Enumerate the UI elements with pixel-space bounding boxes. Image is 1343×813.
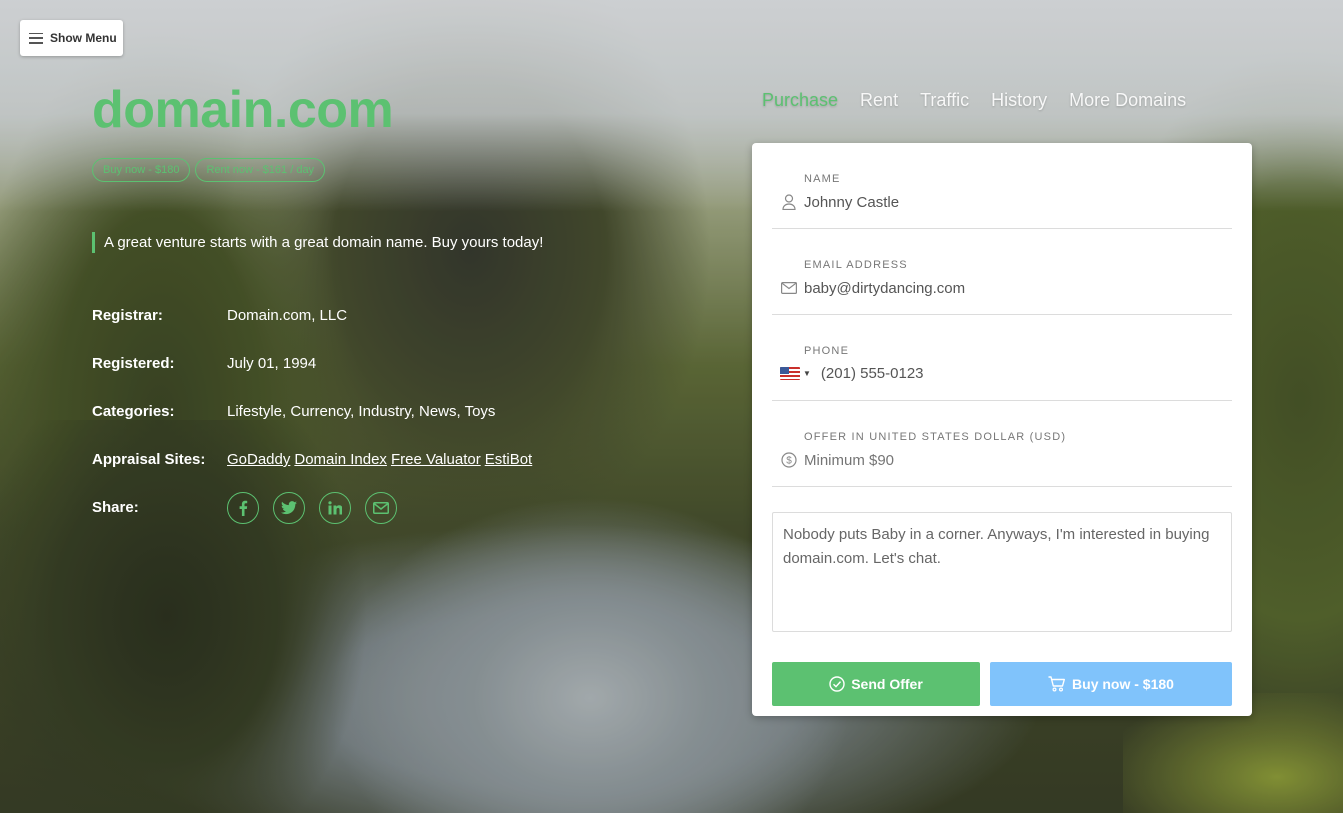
share-icons — [227, 492, 397, 524]
offer-label: Offer in United States Dollar (USD) — [804, 431, 1067, 443]
categories-row: Categories: Lifestyle, Currency, Industr… — [92, 400, 652, 448]
appraisal-links: GoDaddy Domain Index Free Valuator EstiBot — [227, 448, 536, 468]
nav-traffic[interactable]: Traffic — [920, 90, 969, 111]
top-nav: Purchase Rent Traffic History More Domai… — [762, 90, 1186, 111]
categories-label: Categories: — [92, 403, 175, 420]
svg-text:$: $ — [786, 456, 792, 467]
hamburger-icon — [29, 32, 43, 44]
registrar-row: Registrar: Domain.com, LLC — [92, 304, 652, 352]
offer-input[interactable] — [804, 451, 1204, 469]
form-buttons: Send Offer Buy now - $180 — [772, 662, 1232, 706]
us-flag-icon — [780, 367, 800, 380]
appraisal-link-godaddy[interactable]: GoDaddy — [227, 451, 290, 468]
send-offer-button[interactable]: Send Offer — [772, 662, 980, 706]
buy-now-button[interactable]: Buy now - $180 — [990, 662, 1232, 706]
name-input[interactable] — [804, 193, 1204, 211]
registered-value: July 01, 1994 — [227, 355, 317, 372]
buy-now-label: Buy now - $180 — [1072, 676, 1174, 692]
pill-row: Buy now - $180 Rent now - $161 / day — [92, 158, 326, 182]
registered-label: Registered: — [92, 355, 175, 372]
check-circle-icon — [829, 676, 845, 692]
registrar-value: Domain.com, LLC — [227, 307, 348, 324]
share-row: Share: — [92, 492, 652, 544]
registered-row: Registered: July 01, 1994 — [92, 352, 652, 400]
nav-more-domains[interactable]: More Domains — [1069, 90, 1186, 111]
envelope-icon — [780, 279, 798, 297]
offer-form-card: Name Email Address Phone ▼ Offer in Uni — [752, 143, 1252, 716]
country-select[interactable]: ▼ — [780, 367, 811, 380]
cart-icon — [1048, 676, 1066, 692]
email-input[interactable] — [804, 279, 1204, 297]
rent-now-pill[interactable]: Rent now - $161 / day — [195, 158, 326, 182]
buy-now-pill[interactable]: Buy now - $180 — [92, 158, 191, 182]
email-label: Email Address — [804, 259, 908, 271]
nav-rent[interactable]: Rent — [860, 90, 898, 111]
phone-label: Phone — [804, 345, 850, 357]
show-menu-button[interactable]: Show Menu — [20, 20, 123, 56]
linkedin-icon[interactable] — [319, 492, 351, 524]
appraisal-label: Appraisal Sites: — [92, 451, 206, 468]
appraisal-link-free-valuator[interactable]: Free Valuator — [391, 451, 481, 468]
name-field: Name — [772, 143, 1232, 229]
registrar-label: Registrar: — [92, 307, 163, 324]
appraisal-link-domain-index[interactable]: Domain Index — [294, 451, 387, 468]
offer-field: Offer in United States Dollar (USD) $ — [772, 401, 1232, 487]
facebook-icon[interactable] — [227, 492, 259, 524]
message-textarea[interactable]: Nobody puts Baby in a corner. Anyways, I… — [772, 512, 1232, 632]
nav-purchase[interactable]: Purchase — [762, 90, 838, 111]
domain-title: domain.com — [92, 81, 394, 139]
phone-input[interactable] — [820, 365, 1220, 382]
show-menu-label: Show Menu — [50, 31, 117, 45]
domain-details: Registrar: Domain.com, LLC Registered: J… — [92, 304, 652, 544]
appraisal-row: Appraisal Sites: GoDaddy Domain Index Free… — [92, 448, 652, 496]
send-offer-label: Send Offer — [851, 676, 923, 692]
name-label: Name — [804, 173, 841, 185]
tagline: A great venture starts with a great doma… — [92, 232, 543, 253]
categories-value: Lifestyle, Currency, Industry, News, Toy… — [227, 403, 496, 420]
share-label: Share: — [92, 499, 139, 516]
appraisal-link-estibot[interactable]: EstiBot — [485, 451, 533, 468]
email-field: Email Address — [772, 229, 1232, 315]
phone-field: Phone ▼ — [772, 315, 1232, 401]
caret-down-icon: ▼ — [803, 369, 811, 378]
user-icon — [780, 193, 798, 211]
nav-history[interactable]: History — [991, 90, 1047, 111]
email-icon[interactable] — [365, 492, 397, 524]
twitter-icon[interactable] — [273, 492, 305, 524]
dollar-icon: $ — [780, 451, 798, 469]
